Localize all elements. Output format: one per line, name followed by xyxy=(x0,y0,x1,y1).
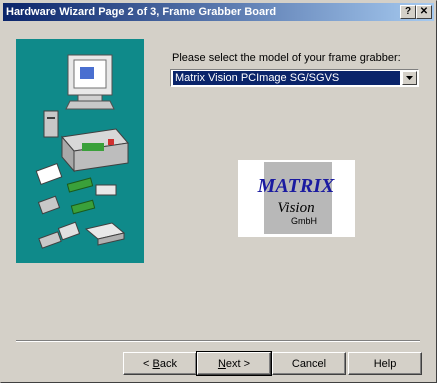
button-separator xyxy=(16,340,420,342)
hardware-illustration xyxy=(16,39,144,263)
logo-line1: MATRIX xyxy=(257,175,335,197)
next-button[interactable]: Next > xyxy=(196,351,272,376)
matrix-vision-logo: MATRIX Vision GmbH xyxy=(238,160,355,237)
cards-icon xyxy=(35,163,126,249)
back-rest: ack xyxy=(159,358,177,370)
model-prompt-label: Please select the model of your frame gr… xyxy=(172,52,401,64)
pc-case-icon xyxy=(61,128,129,173)
drive-icon xyxy=(43,110,59,138)
back-button[interactable]: < Back xyxy=(123,352,197,375)
logo-text-art: MATRIX Vision GmbH xyxy=(257,175,335,226)
logo-line2: Vision xyxy=(277,200,314,216)
help-title-button[interactable]: ? xyxy=(400,5,416,19)
model-select-dropdown-button[interactable] xyxy=(402,71,417,85)
close-icon: ✕ xyxy=(419,6,429,17)
wizard-window: Hardware Wizard Page 2 of 3, Frame Grabb… xyxy=(0,0,437,383)
back-accel: B xyxy=(152,358,160,370)
close-title-button[interactable]: ✕ xyxy=(416,5,432,19)
cancel-button[interactable]: Cancel xyxy=(272,352,346,375)
next-accel: N xyxy=(217,358,226,370)
help-button[interactable]: Help xyxy=(348,352,422,375)
hardware-illustration-art xyxy=(35,54,129,249)
monitor-icon xyxy=(65,54,115,110)
model-select[interactable]: Matrix Vision PCImage SG/SGVS xyxy=(170,69,419,87)
logo-line3: GmbH xyxy=(291,216,317,226)
back-prefix: < xyxy=(143,358,153,370)
chevron-down-icon xyxy=(406,76,413,80)
title-bar[interactable]: Hardware Wizard Page 2 of 3, Frame Grabb… xyxy=(3,3,434,21)
help-icon: ? xyxy=(404,6,412,17)
model-select-value: Matrix Vision PCImage SG/SGVS xyxy=(173,71,400,85)
window-title: Hardware Wizard Page 2 of 3, Frame Grabb… xyxy=(6,6,277,18)
next-rest: ext > xyxy=(225,358,251,370)
